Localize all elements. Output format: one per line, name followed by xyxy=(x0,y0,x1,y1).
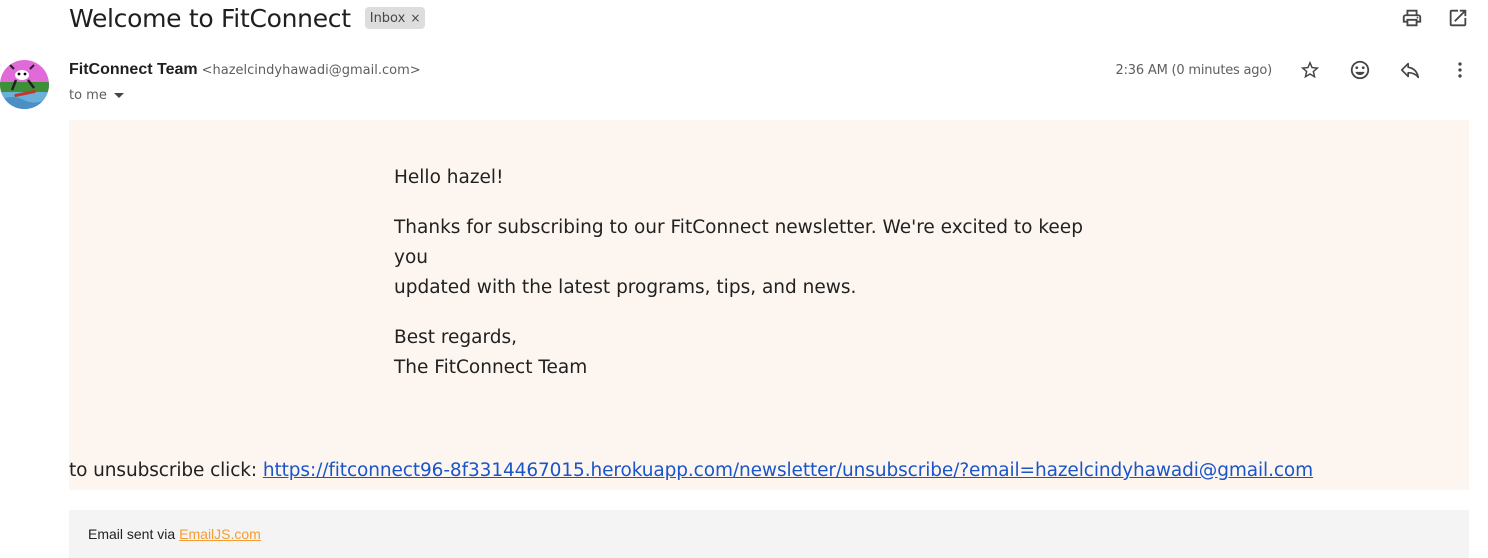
recipient-details-toggle[interactable]: to me xyxy=(69,88,124,103)
emoji-icon xyxy=(1350,60,1370,80)
add-reaction-button[interactable] xyxy=(1348,58,1372,82)
sender-email: <hazelcindyhawadi@gmail.com> xyxy=(201,63,421,78)
unsubscribe-link[interactable]: https://fitconnect96-8f3314467015.heroku… xyxy=(263,460,1313,481)
reply-icon xyxy=(1400,62,1420,79)
timestamp: 2:36 AM (0 minutes ago) xyxy=(1115,62,1273,78)
open-in-new-window-icon xyxy=(1449,9,1467,27)
greeting: Hello hazel! xyxy=(394,167,504,188)
more-vert-icon xyxy=(1458,62,1462,78)
sender-info: FitConnect Team <hazelcindyhawadi@gmail.… xyxy=(69,61,421,79)
unsubscribe-prefix: to unsubscribe click: xyxy=(69,460,263,481)
remove-label-button[interactable]: × xyxy=(410,11,420,25)
caret-down-icon xyxy=(113,93,124,98)
signature-block: Best regards, The FitConnect Team xyxy=(394,323,1114,383)
body-paragraph: Thanks for subscribing to our FitConnect… xyxy=(394,213,1114,303)
unsubscribe-line: to unsubscribe click: https://fitconnect… xyxy=(69,460,1313,481)
sender-name[interactable]: FitConnect Team xyxy=(69,61,198,79)
print-button[interactable] xyxy=(1400,6,1424,30)
signature: The FitConnect Team xyxy=(394,357,588,378)
email-body: Hello hazel! Thanks for subscribing to o… xyxy=(69,120,1469,490)
signoff: Best regards, xyxy=(394,327,518,348)
subject-actions xyxy=(1400,6,1470,30)
subject-row: Welcome to FitConnect Inbox × xyxy=(69,0,426,36)
message-content: Hello hazel! Thanks for subscribing to o… xyxy=(394,163,1114,403)
emailjs-link[interactable]: EmailJS.com xyxy=(179,526,261,542)
message-meta: 2:36 AM (0 minutes ago) xyxy=(1116,58,1472,82)
body-line-2: updated with the latest programs, tips, … xyxy=(394,277,857,298)
footer-prefix: Email sent via xyxy=(88,526,176,542)
open-in-new-window-button[interactable] xyxy=(1446,6,1470,30)
sender-avatar[interactable] xyxy=(0,60,49,109)
avatar-image xyxy=(0,60,49,109)
print-icon xyxy=(1402,9,1422,27)
inbox-label-chip[interactable]: Inbox × xyxy=(364,7,426,29)
reply-button[interactable] xyxy=(1398,58,1422,82)
more-options-button[interactable] xyxy=(1448,58,1472,82)
email-subject: Welcome to FitConnect xyxy=(69,3,351,33)
email-footer: Email sent via EmailJS.com xyxy=(69,510,1469,558)
recipient-label: to me xyxy=(69,88,107,103)
star-icon xyxy=(1300,60,1320,79)
label-name: Inbox xyxy=(369,10,406,26)
body-line-1: Thanks for subscribing to our FitConnect… xyxy=(394,217,1083,268)
star-button[interactable] xyxy=(1298,58,1322,82)
